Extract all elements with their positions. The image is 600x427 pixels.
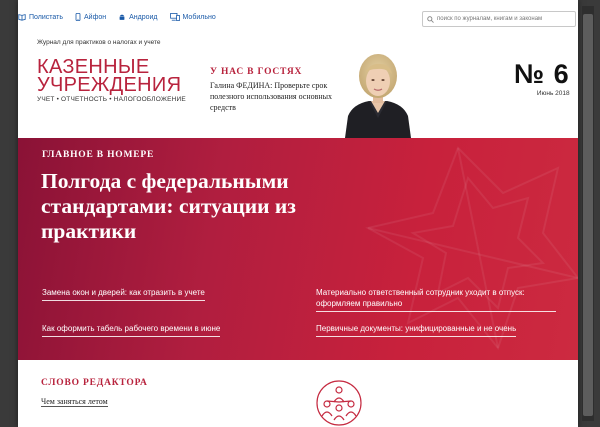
issue-date: Июнь 2018 xyxy=(536,90,570,97)
device-icon xyxy=(169,13,180,21)
logo-subtitle: УЧЕТ • ОТЧЕТНОСТЬ • НАЛОГООБЛОЖЕНИЕ xyxy=(37,96,186,103)
magazine-page: Полистать Айфон Андроид Мобильно поиск п… xyxy=(18,0,578,427)
search-input[interactable] xyxy=(434,16,573,22)
hero-banner: ГЛАВНОЕ В НОМЕРЕ Полгода с федеральными … xyxy=(18,138,578,360)
hero-label: ГЛАВНОЕ В НОМЕРЕ xyxy=(42,150,155,160)
platform-link-iphone[interactable]: Айфон xyxy=(75,13,106,21)
editor-label: СЛОВО РЕДАКТОРА xyxy=(41,378,148,388)
platform-link-mobile[interactable]: Мобильно xyxy=(169,13,216,21)
platform-label: Мобильно xyxy=(182,13,216,21)
hero-article-link[interactable]: Первичные документы: унифицированные и н… xyxy=(316,323,517,337)
editor-article-link[interactable]: Чем заняться летом xyxy=(41,397,108,407)
phone-icon xyxy=(75,13,81,21)
android-icon xyxy=(119,14,125,20)
top-bar: Полистать Айфон Андроид Мобильно поиск п… xyxy=(18,0,578,36)
tagline: Журнал для практиков о налогах и учете xyxy=(37,39,161,46)
guest-block: У НАС В ГОСТЯХ Галина ФЕДИНА: Проверьте … xyxy=(210,67,350,113)
scrollbar[interactable] xyxy=(582,6,594,421)
platform-label: Полистать xyxy=(29,13,63,21)
search-box[interactable] xyxy=(422,11,576,27)
people-group-icon xyxy=(316,380,362,426)
hero-article-link[interactable]: Замена окон и дверей: как отразить в уче… xyxy=(42,287,205,301)
scrollbar-thumb[interactable] xyxy=(583,14,593,416)
book-icon xyxy=(18,14,26,21)
logo-line-2: УЧРЕЖДЕНИЯ xyxy=(37,74,182,96)
issue-number: № 6 xyxy=(514,59,570,89)
platform-link-browse[interactable]: Полистать xyxy=(18,13,63,21)
guest-label: У НАС В ГОСТЯХ xyxy=(210,67,303,77)
guest-portrait[interactable] xyxy=(341,52,415,138)
hero-article-link[interactable]: Как оформить табель рабочего времени в и… xyxy=(42,323,221,337)
search-icon xyxy=(427,15,434,23)
platform-links: Полистать Айфон Андроид Мобильно xyxy=(18,13,216,21)
logo[interactable]: КАЗЕННЫЕ УЧРЕЖДЕНИЯ УЧЕТ • ОТЧЕТНОСТЬ • … xyxy=(37,57,186,103)
platform-link-android[interactable]: Андроид xyxy=(118,13,158,21)
issue-info: № 6 Июнь 2018 xyxy=(514,59,570,97)
guest-article-link[interactable]: Галина ФЕДИНА: Проверьте срок полезного … xyxy=(210,80,350,113)
portrait-image xyxy=(345,54,411,138)
platform-label: Андроид xyxy=(129,13,158,21)
hero-title[interactable]: Полгода с федеральными стандартами: ситу… xyxy=(41,169,371,244)
hero-article-link[interactable]: Материально ответственный сотрудник уход… xyxy=(316,287,556,312)
platform-label: Айфон xyxy=(84,13,107,21)
